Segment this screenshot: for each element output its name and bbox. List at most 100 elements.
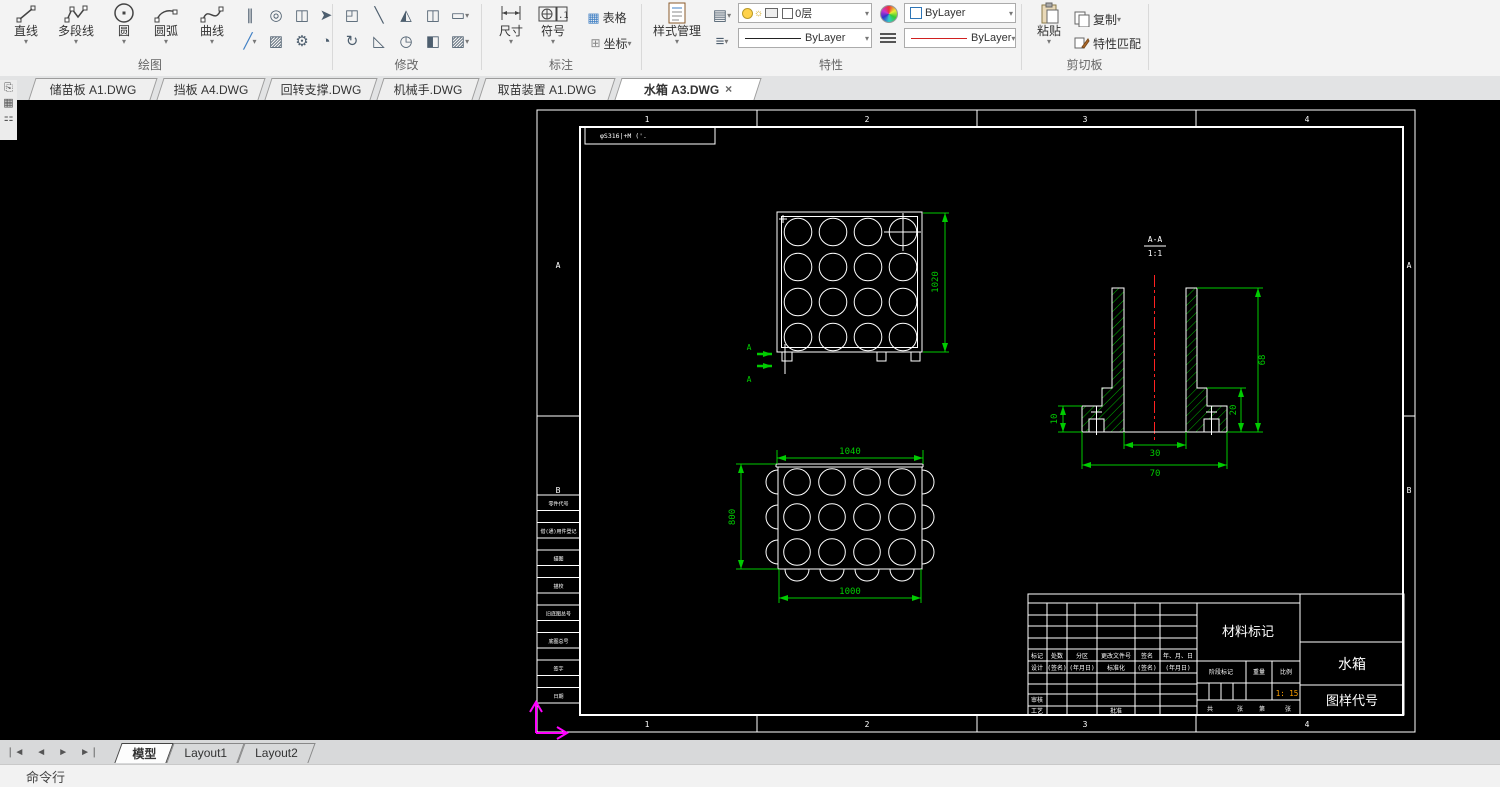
ray-button[interactable]: ╱ ▾	[238, 30, 262, 52]
chevron-down-icon[interactable]: ▾	[465, 11, 469, 19]
chevron-down-icon[interactable]: ▾	[1011, 34, 1015, 42]
match-properties-button[interactable]: 特性匹配	[1074, 32, 1152, 54]
section-title: A-A	[1148, 235, 1163, 244]
tb-header-cell: 签名	[1141, 652, 1153, 660]
new-tab-icon[interactable]: ⎘	[4, 82, 13, 95]
dimension-button[interactable]: 尺寸 ▾	[492, 0, 530, 46]
chevron-down-icon[interactable]: ▾	[628, 39, 632, 47]
color-wheel-icon[interactable]	[880, 5, 898, 23]
line-button[interactable]: 直线 ▾	[6, 0, 46, 46]
prev-tab-icon[interactable]: ◄	[30, 747, 52, 758]
style-manager-button[interactable]: 样式管理 ▾	[646, 0, 708, 46]
chevron-down-icon[interactable]: ▾	[865, 9, 869, 17]
linetype-red-dropdown[interactable]: ByLayer ▾	[904, 28, 1016, 48]
spline-icon	[200, 0, 224, 24]
symbol-button[interactable]: .1 符号 ▾	[534, 0, 572, 46]
linetype-dropdown[interactable]: ByLayer ▾	[738, 28, 872, 48]
layer-dropdown[interactable]: ☼ 0层 ▾	[738, 3, 872, 23]
trim-button[interactable]: ◷	[394, 30, 418, 52]
multiline-style-button[interactable]: ≡ ▾	[710, 30, 734, 52]
drawing-svg[interactable]: 1 2 3 4 1 2 3 4 A B A B φS316|+M ('. 102…	[0, 100, 1500, 740]
layer-on-bulb-icon	[742, 7, 753, 19]
rectangle-icon: ▭	[450, 6, 466, 24]
construction-line-button[interactable]: ∥	[238, 4, 262, 26]
array-button[interactable]: ▭ ▾	[448, 4, 472, 26]
tb-sheets: 第	[1259, 705, 1265, 713]
chevron-down-icon[interactable]: ▾	[465, 37, 469, 45]
chevron-down-icon[interactable]: ▾	[724, 37, 728, 45]
chevron-down-icon[interactable]: ▾	[1009, 9, 1013, 17]
doc-tab-shuixiang-active[interactable]: 水箱 A3.DWG ×	[614, 78, 762, 100]
solid-button[interactable]: ◫	[290, 4, 314, 26]
style-manager-icon	[667, 0, 687, 24]
chevron-down-icon[interactable]: ▾	[865, 34, 869, 42]
side-mini-toolbar: ⎘ ▦ ⚏	[0, 80, 17, 140]
chevron-down-icon[interactable]: ▾	[551, 38, 555, 46]
chevron-down-icon[interactable]: ▾	[1047, 38, 1051, 46]
chevron-down-icon[interactable]: ▾	[74, 38, 78, 46]
tab-model[interactable]: 模型	[114, 743, 175, 763]
doc-tab-jixieshou[interactable]: 机械手.DWG	[376, 78, 480, 100]
chevron-down-icon[interactable]: ▾	[122, 38, 126, 46]
zone-number: 3	[1083, 720, 1088, 729]
draw-group-label: 绘图	[137, 58, 162, 72]
sliders-icon[interactable]: ⚏	[4, 112, 14, 125]
tb-design-cell: 设计	[1031, 664, 1043, 672]
tb-design-cell: (签名)	[1137, 664, 1156, 672]
circle-button[interactable]: 圆 ▾	[106, 0, 142, 46]
doc-tab-chumiaoban[interactable]: 储苗板 A1.DWG	[28, 78, 158, 100]
first-tab-icon[interactable]: ❘◄	[0, 747, 30, 758]
last-tab-icon[interactable]: ►❘	[74, 747, 104, 758]
paste-button[interactable]: 粘贴 ▾	[1030, 0, 1068, 46]
chevron-down-icon[interactable]: ▾	[727, 11, 731, 19]
paste-label: 粘贴	[1036, 24, 1061, 38]
arc-icon	[154, 0, 178, 24]
list-style-button[interactable]: ▤ ▾	[710, 4, 734, 26]
chevron-down-icon[interactable]: ▾	[164, 38, 168, 46]
hatch-button[interactable]: ▨	[264, 30, 288, 52]
coordinate-label: 坐标	[603, 36, 628, 51]
gear-button[interactable]: ⚙	[290, 30, 314, 52]
next-tab-icon[interactable]: ►	[52, 747, 74, 758]
zone-number: 1	[645, 720, 650, 729]
zone-letter: B	[1407, 486, 1412, 495]
chevron-down-icon[interactable]: ▾	[509, 38, 513, 46]
chevron-down-icon[interactable]: ▾	[253, 37, 257, 45]
command-line[interactable]: 命令行	[0, 764, 1500, 787]
chevron-down-icon[interactable]: ▾	[210, 38, 214, 46]
image-frame-icon[interactable]: ▦	[3, 97, 13, 110]
region-button[interactable]: ◎	[264, 4, 288, 26]
lineweight-icon[interactable]	[880, 33, 896, 43]
mirror-button[interactable]: ◭	[394, 4, 418, 26]
chamfer-button[interactable]: ◺	[367, 30, 391, 52]
coordinate-button[interactable]: ⊞ 坐标 ▾	[578, 32, 644, 54]
move-button[interactable]: ◰	[340, 4, 364, 26]
table-icon: ▦	[587, 9, 600, 25]
tab-layout1[interactable]: Layout1	[166, 743, 245, 763]
model-space-canvas[interactable]: 1 2 3 4 1 2 3 4 A B A B φS316|+M ('. 102…	[0, 100, 1500, 740]
doc-tab-dangban[interactable]: 挡板 A4.DWG	[156, 78, 266, 100]
front-view: 1020 A A	[747, 211, 949, 384]
copy-button[interactable]: 复制 ▾	[1074, 8, 1138, 30]
chevron-down-icon[interactable]: ▾	[675, 38, 679, 46]
doc-tab-huizhuanzhicheng[interactable]: 回转支撑.DWG	[264, 78, 378, 100]
chevron-down-icon[interactable]: ▾	[24, 38, 28, 46]
arc-button[interactable]: 圆弧 ▾	[144, 0, 188, 46]
ribbon-group-clipboard: 粘贴 ▾ 复制 ▾ 特性匹配 剪切板	[1022, 0, 1147, 76]
explode-button[interactable]: ◧	[421, 30, 445, 52]
close-icon[interactable]: ×	[725, 82, 732, 96]
chevron-down-icon[interactable]: ▾	[1117, 15, 1121, 23]
polyline-button[interactable]: 多段线 ▾	[48, 0, 104, 46]
spline-button[interactable]: 曲线 ▾	[190, 0, 234, 46]
color-dropdown[interactable]: ByLayer ▾	[904, 3, 1016, 23]
edit-hatch-button[interactable]: ▨ ▾	[448, 30, 472, 52]
erase-button[interactable]: ╲	[367, 4, 391, 26]
doc-tab-qumiaozhuangzhi[interactable]: 取苗装置 A1.DWG	[478, 78, 616, 100]
tab-layout2[interactable]: Layout2	[237, 743, 316, 763]
dim-1020: 1020	[931, 271, 941, 293]
rotate-button[interactable]: ↻	[340, 30, 364, 52]
table-button[interactable]: ▦ 表格	[578, 6, 636, 28]
corner-icon: ◺	[373, 32, 385, 50]
zone-number: 4	[1305, 115, 1310, 124]
stretch-button[interactable]: ◫	[421, 4, 445, 26]
